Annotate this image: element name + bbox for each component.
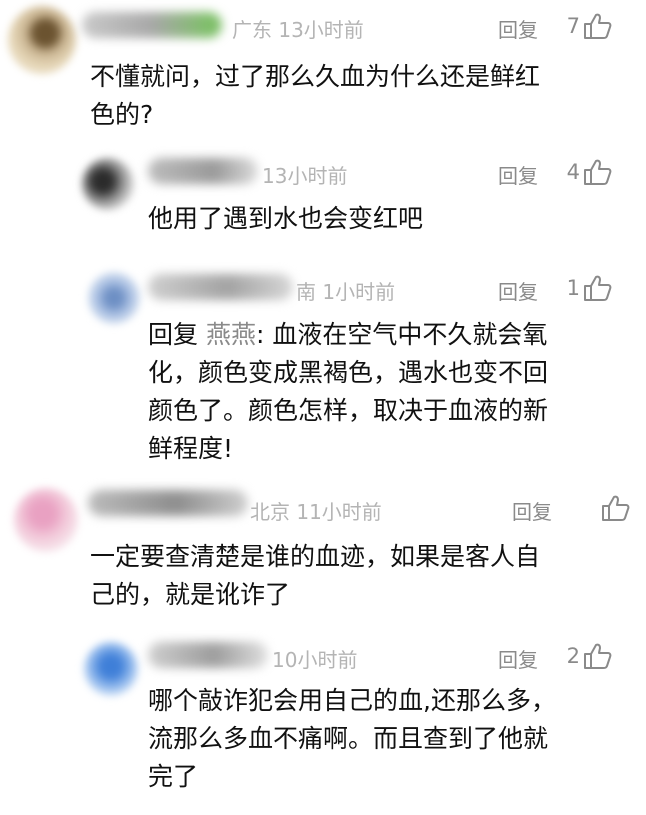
reply-button[interactable]: 回复 xyxy=(498,14,538,43)
comment-text-line: 鲜程度! xyxy=(148,434,234,463)
comment-text-line: 回复 燕燕: 血液在空气中不久就会氧 xyxy=(148,316,608,354)
comment-text-line: 化，颜色变成黑褐色，遇水也变不回 xyxy=(148,358,549,387)
comment-text-line: 己的，就是讹诈了 xyxy=(90,580,291,609)
avatar[interactable] xyxy=(84,642,138,696)
comment-text: 不懂就问，过了那么久血为什么还是鲜红 色的? xyxy=(90,58,620,134)
thumbs-up-icon xyxy=(600,494,630,522)
comment-text-line: 哪个敲诈犯会用自己的血,还那么多， xyxy=(148,686,556,715)
username-blurred[interactable] xyxy=(88,490,248,516)
thumbs-up-icon xyxy=(582,12,612,40)
username-blurred[interactable] xyxy=(82,12,222,38)
avatar[interactable] xyxy=(88,272,140,324)
comment-list: 广东 13小时前 回复 7 不懂就问，过了那么久血为什么还是鲜红 色的? 13小… xyxy=(0,0,646,815)
comment-meta: 北京 11小时前 xyxy=(250,500,382,524)
comment-text: 回复 燕燕: 血液在空气中不久就会氧 化，颜色变成黑褐色，遇水也变不回 颜色了。… xyxy=(148,316,608,468)
mention-link[interactable]: 燕燕 xyxy=(206,320,256,349)
avatar[interactable] xyxy=(14,488,78,552)
comment-text: 哪个敲诈犯会用自己的血,还那么多， 流那么多血不痛啊。而且查到了他就 完了 xyxy=(148,682,608,796)
comment-text-line: 他用了遇到水也会变红吧 xyxy=(148,204,424,233)
like-button[interactable] xyxy=(584,494,630,522)
reply-prefix: 回复 xyxy=(148,320,206,349)
like-count: 1 xyxy=(566,276,580,300)
like-count: 7 xyxy=(566,14,580,38)
comment-text-line: 完了 xyxy=(148,762,199,791)
username-blurred[interactable] xyxy=(148,642,268,668)
like-count: 4 xyxy=(566,160,580,184)
like-button[interactable]: 7 xyxy=(566,12,612,40)
reply-button[interactable]: 回复 xyxy=(498,160,538,189)
username-blurred[interactable] xyxy=(148,274,293,300)
like-count: 2 xyxy=(566,644,580,668)
comment-text: 他用了遇到水也会变红吧 xyxy=(148,200,608,238)
comment-text-line: 流那么多血不痛啊。而且查到了他就 xyxy=(148,724,549,753)
comment-meta: 南 1小时前 xyxy=(296,280,396,304)
comment-text-line: 一定要查清楚是谁的血迹，如果是客人自 xyxy=(90,542,541,571)
comment-text-segment: : 血液在空气中不久就会氧 xyxy=(255,320,548,349)
reply-button[interactable]: 回复 xyxy=(498,644,538,673)
reply-button[interactable]: 回复 xyxy=(512,496,552,525)
comment-meta: 13小时前 xyxy=(262,164,348,188)
avatar[interactable] xyxy=(82,158,134,210)
like-button[interactable]: 2 xyxy=(566,642,612,670)
comment-meta: 10小时前 xyxy=(272,648,358,672)
comment-text-line: 色的? xyxy=(90,100,154,129)
comment-text-line: 颜色了。颜色怎样，取决于血液的新 xyxy=(148,396,549,425)
comment-text-line: 不懂就问，过了那么久血为什么还是鲜红 xyxy=(90,62,541,91)
reply-button[interactable]: 回复 xyxy=(498,276,538,305)
thumbs-up-icon xyxy=(582,158,612,186)
comment-text: 一定要查清楚是谁的血迹，如果是客人自 己的，就是讹诈了 xyxy=(90,538,630,614)
comment-meta: 广东 13小时前 xyxy=(232,18,364,42)
avatar[interactable] xyxy=(8,6,76,74)
like-button[interactable]: 4 xyxy=(566,158,612,186)
thumbs-up-icon xyxy=(582,642,612,670)
username-blurred[interactable] xyxy=(148,158,258,184)
like-button[interactable]: 1 xyxy=(566,274,612,302)
thumbs-up-icon xyxy=(582,274,612,302)
